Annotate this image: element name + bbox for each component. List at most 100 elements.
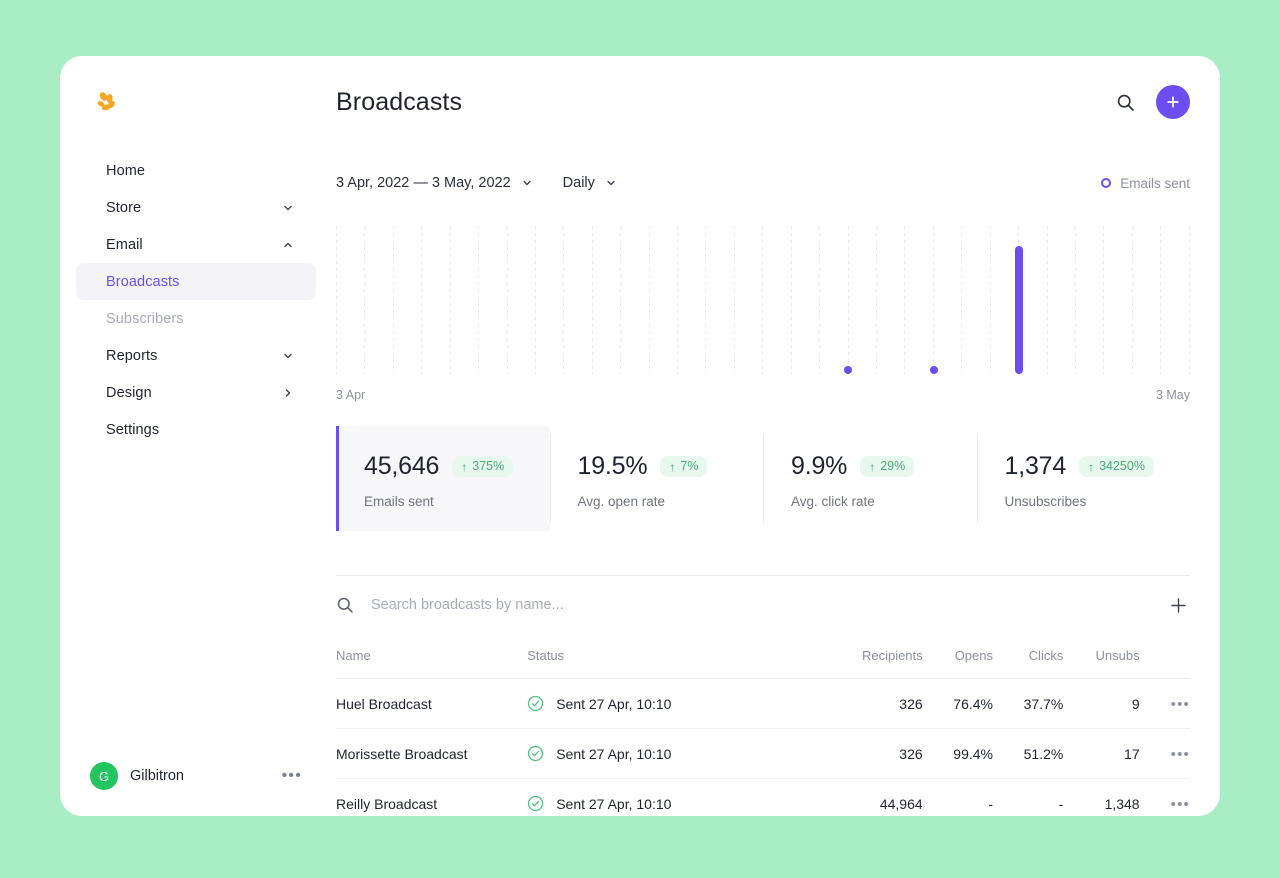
status-text: Sent 27 Apr, 10:10 bbox=[556, 795, 672, 812]
search-row bbox=[336, 576, 1190, 634]
chart-bar[interactable] bbox=[929, 366, 938, 374]
arrow-up-icon: ↑ bbox=[669, 459, 676, 474]
sidebar-item-design[interactable]: Design bbox=[76, 374, 316, 411]
topbar: Broadcasts bbox=[336, 56, 1190, 148]
column-header-opens[interactable]: Opens bbox=[922, 634, 993, 679]
axis-end-label: 3 May bbox=[1155, 388, 1190, 402]
sidebar-item-broadcasts[interactable]: Broadcasts bbox=[76, 263, 316, 300]
cell-name[interactable]: Reilly Broadcast bbox=[336, 778, 528, 816]
cell-name[interactable]: Huel Broadcast bbox=[336, 678, 528, 729]
chevron-down-icon bbox=[605, 177, 617, 189]
ellipsis-icon[interactable]: ••• bbox=[1171, 746, 1190, 763]
sidebar-item-label: Home bbox=[106, 162, 146, 179]
add-broadcast-button[interactable] bbox=[1156, 85, 1190, 119]
stats-row: 45,646 ↑ 375% Emails sent 19.5% ↑ 7% Avg bbox=[336, 426, 1190, 531]
search-icon bbox=[336, 596, 354, 614]
chevron-right-icon bbox=[282, 387, 294, 399]
stat-top: 45,646 ↑ 375% bbox=[364, 452, 550, 481]
column-header-recipients[interactable]: Recipients bbox=[815, 634, 923, 679]
interval-selector[interactable]: Daily bbox=[563, 175, 617, 191]
chart-x-axis: 3 Apr 3 May bbox=[336, 388, 1190, 402]
chevron-down-icon bbox=[282, 202, 294, 214]
cell-opens: - bbox=[922, 778, 993, 816]
chart-bar[interactable] bbox=[844, 366, 853, 374]
cell-opens: 76.4% bbox=[922, 678, 993, 729]
sidebar-item-settings[interactable]: Settings bbox=[76, 411, 316, 448]
plus-icon bbox=[1167, 96, 1179, 108]
convertkit-logo[interactable] bbox=[90, 86, 124, 120]
sidebar-item-reports[interactable]: Reports bbox=[76, 337, 316, 374]
stat-value: 9.9% bbox=[791, 452, 848, 480]
table-head: Name Status Recipients Opens Clicks Unsu… bbox=[336, 634, 1190, 679]
cell-clicks: - bbox=[993, 778, 1064, 816]
column-header-unsubs[interactable]: Unsubs bbox=[1063, 634, 1140, 679]
add-broadcast-inline-button[interactable] bbox=[1166, 593, 1190, 617]
cell-unsubs: 1,348 bbox=[1063, 778, 1140, 816]
arrow-up-icon: ↑ bbox=[461, 459, 468, 474]
search-icon[interactable] bbox=[1112, 89, 1138, 115]
stat-delta: 34250% bbox=[1099, 459, 1145, 474]
stat-card-avg-click-rate[interactable]: 9.9% ↑ 29% Avg. click rate bbox=[763, 426, 977, 531]
cell-unsubs: 9 bbox=[1063, 678, 1140, 729]
cell-clicks: 37.7% bbox=[993, 678, 1064, 729]
sidebar-item-label: Design bbox=[106, 384, 152, 401]
stat-top: 19.5% ↑ 7% bbox=[578, 452, 764, 481]
cell-status: Sent 27 Apr, 10:10 bbox=[527, 678, 816, 729]
chart-bar[interactable] bbox=[1015, 246, 1024, 374]
user-profile[interactable]: G Gilbitron ••• bbox=[90, 762, 302, 790]
chart-legend-emails-sent[interactable]: Emails sent bbox=[1101, 176, 1190, 191]
sidebar-item-email[interactable]: Email bbox=[76, 226, 316, 263]
sidebar-item-home[interactable]: Home bbox=[76, 152, 316, 189]
plus-icon bbox=[1170, 597, 1186, 613]
filter-row: 3 Apr, 2022 — 3 May, 2022 Daily Emails s… bbox=[336, 166, 1190, 200]
ring-icon bbox=[1101, 178, 1112, 188]
cell-status: Sent 27 Apr, 10:10 bbox=[527, 728, 816, 779]
search-input[interactable] bbox=[371, 597, 1166, 613]
arrow-up-icon: ↑ bbox=[869, 459, 876, 474]
emails-sent-chart[interactable] bbox=[336, 226, 1190, 374]
arrow-up-icon: ↑ bbox=[1088, 459, 1095, 474]
sidebar-item-label: Subscribers bbox=[106, 310, 184, 327]
stat-value: 45,646 bbox=[364, 452, 440, 480]
app-window: Home Store Email Broadcasts Subscribers bbox=[60, 56, 1220, 816]
cell-recipients: 44,964 bbox=[815, 778, 923, 816]
sidebar-item-subscribers[interactable]: Subscribers bbox=[76, 300, 316, 337]
cell-recipients: 326 bbox=[815, 728, 923, 779]
column-header-clicks[interactable]: Clicks bbox=[993, 634, 1064, 679]
check-circle-icon bbox=[527, 695, 544, 712]
stat-label: Avg. open rate bbox=[577, 494, 666, 509]
column-header-name[interactable]: Name bbox=[336, 634, 528, 679]
stat-value: 1,374 bbox=[1004, 452, 1067, 480]
sidebar-nav: Home Store Email Broadcasts Subscribers bbox=[60, 152, 332, 448]
status-badge: ↑ 375% bbox=[452, 456, 514, 477]
cell-name[interactable]: Morissette Broadcast bbox=[336, 728, 528, 779]
table-body: Huel Broadcast Sent 27 Apr, 10:10 326 76.4%… bbox=[336, 678, 1190, 816]
stat-card-avg-open-rate[interactable]: 19.5% ↑ 7% Avg. open rate bbox=[549, 426, 764, 531]
cell-menu: ••• bbox=[1139, 678, 1190, 729]
page-title: Broadcasts bbox=[336, 87, 463, 116]
stat-label: Avg. click rate bbox=[791, 494, 875, 509]
date-range-selector[interactable]: 3 Apr, 2022 — 3 May, 2022 bbox=[336, 175, 533, 191]
table-row[interactable]: Huel Broadcast Sent 27 Apr, 10:10 326 76.4%… bbox=[336, 678, 1190, 729]
check-circle-icon bbox=[527, 795, 544, 812]
sidebar-item-label: Broadcasts bbox=[106, 273, 180, 290]
stat-label: Emails sent bbox=[364, 494, 434, 509]
table-row[interactable]: Morissette Broadcast Sent 27 Apr, 10:10 32… bbox=[336, 728, 1190, 779]
table-row[interactable]: Reilly Broadcast Sent 27 Apr, 10:10 44,964… bbox=[336, 778, 1190, 816]
user-name: Gilbitron bbox=[130, 768, 184, 784]
stat-delta: 29% bbox=[880, 459, 906, 474]
avatar: G bbox=[90, 762, 118, 790]
ellipsis-icon[interactable]: ••• bbox=[1171, 796, 1190, 813]
sidebar-item-store[interactable]: Store bbox=[76, 189, 316, 226]
check-circle-icon bbox=[527, 745, 544, 762]
status-text: Sent 27 Apr, 10:10 bbox=[556, 695, 672, 712]
ellipsis-icon[interactable]: ••• bbox=[282, 768, 302, 784]
cell-clicks: 51.2% bbox=[993, 728, 1064, 779]
sidebar-item-label: Settings bbox=[106, 421, 160, 438]
ellipsis-icon[interactable]: ••• bbox=[1171, 696, 1190, 713]
column-header-status[interactable]: Status bbox=[527, 634, 816, 679]
cell-status: Sent 27 Apr, 10:10 bbox=[527, 778, 816, 816]
stat-card-emails-sent[interactable]: 45,646 ↑ 375% Emails sent bbox=[336, 426, 550, 531]
status-text: Sent 27 Apr, 10:10 bbox=[556, 745, 672, 762]
stat-card-unsubscribes[interactable]: 1,374 ↑ 34250% Unsubscribes bbox=[976, 426, 1191, 531]
